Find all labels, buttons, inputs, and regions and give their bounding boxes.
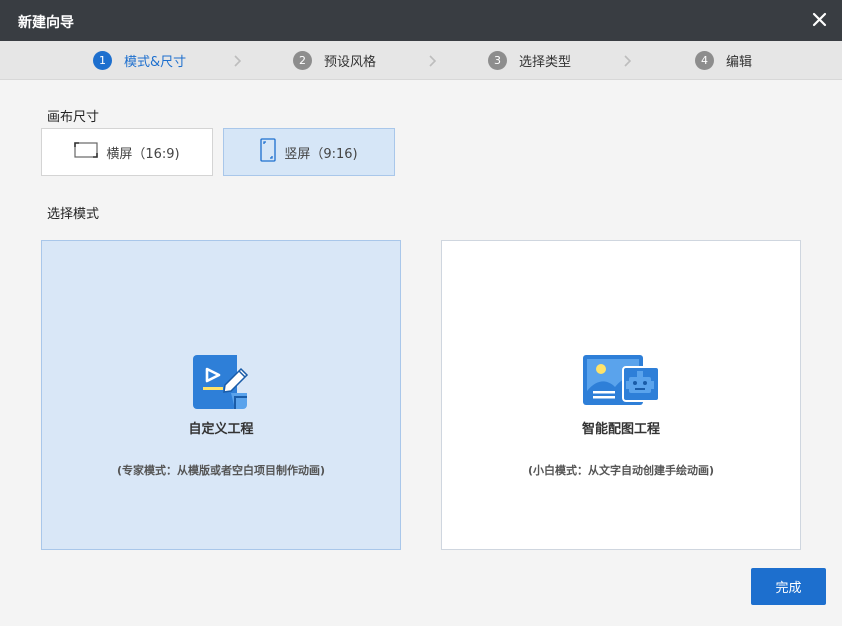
smart-illustration-desc: (小白模式：从文字自动创建手绘动画)	[527, 464, 715, 477]
portrait-option[interactable]: 竖屏（9:16)	[223, 128, 395, 176]
step-mode-size: 1 模式&尺寸	[93, 50, 186, 70]
title-bar: 新建向导	[0, 0, 842, 41]
smart-illustration-card[interactable]: 智能配图工程 (小白模式：从文字自动创建手绘动画)	[441, 240, 801, 550]
step-number: 4	[695, 50, 714, 70]
canvas-size-heading: 画布尺寸	[47, 110, 100, 125]
chevron-right-icon	[429, 55, 437, 67]
step-label: 选择类型	[519, 54, 572, 70]
finish-button[interactable]: 完成	[751, 568, 826, 605]
step-edit: 4 编辑	[695, 50, 752, 70]
step-label: 预设风格	[324, 54, 377, 70]
step-number: 1	[93, 50, 112, 70]
step-select-type: 3 选择类型	[488, 50, 571, 70]
custom-project-icon	[191, 353, 251, 415]
wizard-steps: 1 模式&尺寸 2 预设风格 3 选择类型 4 编辑	[0, 41, 842, 80]
custom-project-title: 自定义工程	[188, 422, 254, 437]
step-preset-style: 2 预设风格	[293, 50, 376, 70]
landscape-label: 横屏（16:9)	[106, 146, 180, 162]
smart-illustration-title: 智能配图工程	[581, 422, 660, 437]
step-number: 2	[293, 50, 312, 70]
landscape-icon	[74, 141, 99, 163]
close-icon[interactable]	[810, 9, 830, 31]
portrait-icon	[260, 138, 277, 166]
smart-illustration-icon	[581, 353, 661, 415]
window-title: 新建向导	[18, 15, 74, 31]
step-label: 编辑	[726, 54, 753, 70]
portrait-label: 竖屏（9:16)	[284, 146, 358, 162]
landscape-option[interactable]: 横屏（16:9)	[41, 128, 213, 176]
step-label: 模式&尺寸	[124, 54, 187, 70]
chevron-right-icon	[234, 55, 242, 67]
custom-project-desc: (专家模式：从模版或者空白项目制作动画)	[116, 464, 326, 477]
chevron-right-icon	[624, 55, 632, 67]
custom-project-card[interactable]: 自定义工程 (专家模式：从模版或者空白项目制作动画)	[41, 240, 401, 550]
mode-heading: 选择模式	[47, 207, 100, 222]
step-number: 3	[488, 50, 507, 70]
